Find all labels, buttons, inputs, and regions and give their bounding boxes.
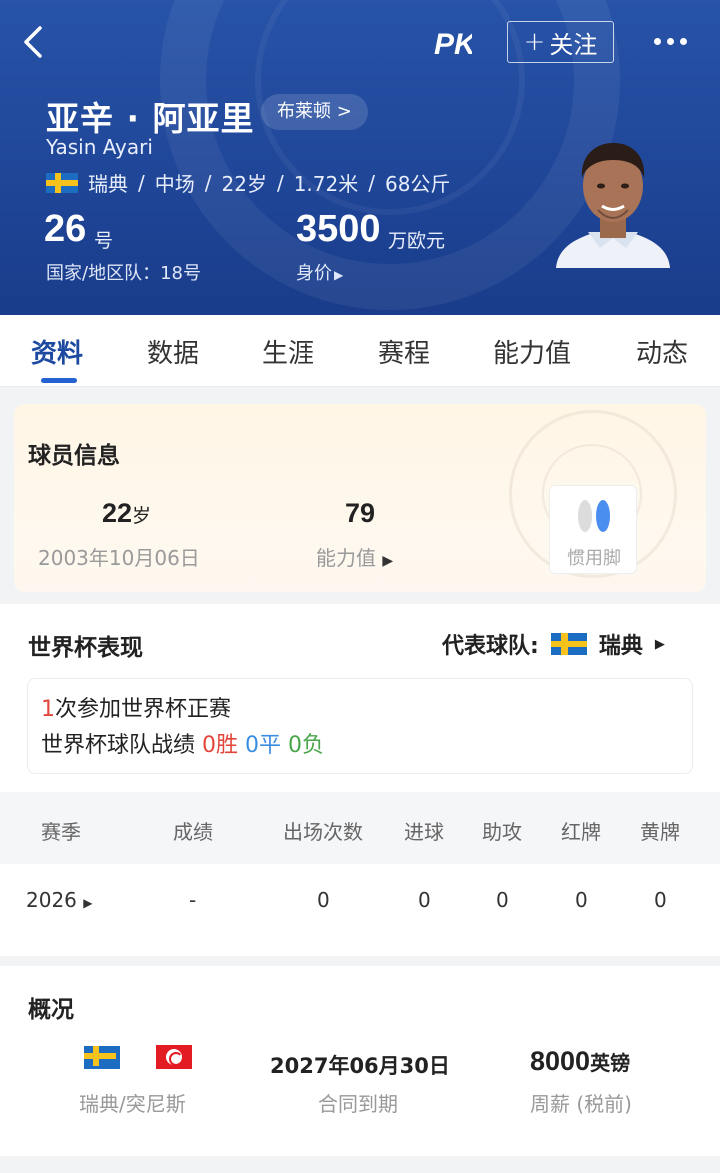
rating-link[interactable]: 能力值 ▶ [316,542,393,571]
weekly-wage-label: 周薪 (税前) [530,1092,632,1116]
pk-logo-icon[interactable]: PK [432,22,472,62]
player-avatar [556,142,670,268]
player-header: PK + 关注 亚辛 · 阿亚里 布莱顿 > Yasin Ayari 瑞典 / … [0,0,720,315]
tunisia-flag-icon [156,1045,192,1069]
represent-team-link[interactable]: 代表球队: 瑞典 ▶ [442,628,665,660]
follow-button[interactable]: + 关注 [507,21,614,63]
rating-value: 79 [345,498,376,528]
shirt-number: 26 [44,208,87,250]
table-header: 赛季 成绩 出场次数 进球 助攻 红牌 黄牌 [0,792,720,864]
tab-news[interactable]: 动态 [636,333,688,370]
back-arrow-icon[interactable] [14,20,54,64]
preferred-foot: 惯用脚 [549,485,637,574]
triangle-right-icon: ▶ [654,636,665,652]
triangle-right-icon: ▶ [83,896,93,910]
overview-nationality: 瑞典/突尼斯 [79,1092,186,1116]
sweden-flag-icon [46,172,78,193]
section-title: 世界杯表现 [28,635,143,661]
section-title: 球员信息 [28,443,120,469]
tab-schedule[interactable]: 赛程 [378,333,430,370]
shirt-number-unit: 号 [94,230,114,252]
player-name-en: Yasin Ayari [46,135,153,159]
player-info-card: 球员信息 22岁 2003年10月06日 79 能力值 ▶ 惯用脚 [14,404,706,592]
sweden-flag-icon [84,1046,120,1069]
active-tab-indicator [41,378,77,383]
triangle-right-icon: ▶ [334,268,344,282]
tab-career[interactable]: 生涯 [262,333,314,370]
tab-profile[interactable]: 资料 [31,333,83,370]
overview-section: 概况 瑞典/突尼斯 2027年06月30日 合同到期 8000英镑 周薪 (税前… [0,966,720,1156]
contract-expiry-label: 合同到期 [318,1092,398,1116]
birthdate: 2003年10月06日 [38,546,200,570]
section-title: 概况 [28,997,74,1023]
market-value-unit: 万欧元 [388,230,446,252]
plus-icon: + [523,27,546,57]
more-dots-icon[interactable] [654,28,694,54]
weekly-wage: 8000英镑 [530,1046,631,1076]
national-team-number: 国家/地区队：18号 [46,263,201,284]
tab-stats[interactable]: 数据 [147,333,199,370]
club-link[interactable]: 布莱顿 > [261,94,368,130]
player-meta: 瑞典 / 中场 / 22岁 / 1.72米 / 68公斤 [46,168,450,197]
tab-bar: 资料 数据 生涯 赛程 能力值 动态 [0,315,720,387]
market-value-link[interactable]: 身价 ▶ [296,259,343,285]
tab-rating[interactable]: 能力值 [493,333,571,370]
contract-expiry-date: 2027年06月30日 [270,1054,450,1078]
age-value: 22岁 [102,498,152,528]
foot-icon [578,500,610,532]
table-row[interactable]: 2026 ▶ - 0 0 0 0 0 [0,864,720,936]
player-name: 亚辛 · 阿亚里 [46,99,255,138]
sweden-flag-icon [550,633,587,655]
world-cup-section: 世界杯表现 代表球队: 瑞典 ▶ 1次参加世界杯正赛 世界杯球队战绩 0胜 0平… [0,604,720,956]
triangle-right-icon: ▶ [382,553,394,569]
world-cup-summary: 1次参加世界杯正赛 世界杯球队战绩 0胜 0平 0负 [27,678,693,774]
market-value: 3500 [296,208,381,250]
svg-text:PK: PK [434,28,472,61]
season-link[interactable]: 2026 ▶ [26,888,93,912]
